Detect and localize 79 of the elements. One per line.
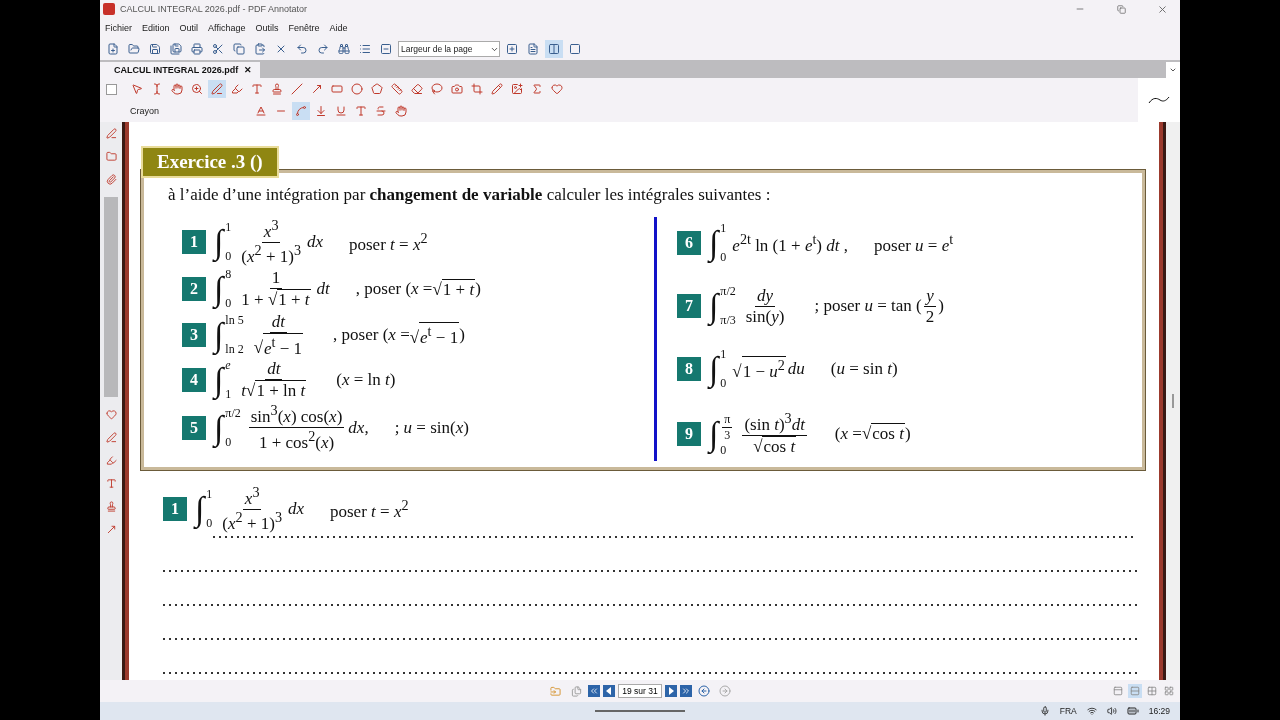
menu-item[interactable]: Fenêtre xyxy=(288,23,320,33)
substitution-hint: , poser (x =√e$^{t}$ − 1) xyxy=(333,322,465,348)
tool-label: Crayon xyxy=(129,106,160,116)
document-tab[interactable]: CALCUL INTEGRAL 2026.pdf ✕ xyxy=(100,62,261,78)
window-title: CALCUL INTEGRAL 2026.pdf - PDF Annotator xyxy=(120,4,308,14)
substitution-hint: (x = ln t) xyxy=(336,370,396,391)
zoom-select[interactable]: Largeur de la page xyxy=(398,41,500,57)
battery-icon[interactable] xyxy=(1126,705,1139,717)
highlighter-icon[interactable] xyxy=(105,455,117,466)
textbox-icon[interactable] xyxy=(105,478,117,489)
view-mode-icon[interactable] xyxy=(1145,684,1159,698)
volume-icon[interactable] xyxy=(1106,706,1117,716)
substitution-hint: (x =√cos t) xyxy=(834,423,911,445)
substitution-hint: ; u = sin(x) xyxy=(394,417,469,438)
curve-option-icon[interactable] xyxy=(292,102,310,120)
fill-in-line[interactable] xyxy=(161,638,1137,641)
exercise-number: 1 xyxy=(182,230,206,255)
ellipse-tool-icon[interactable] xyxy=(348,80,366,98)
app-logo-icon xyxy=(103,3,115,15)
exercise-number: 3 xyxy=(182,323,206,347)
fill-in-line[interactable] xyxy=(161,604,1137,607)
menu-item[interactable]: Fichier xyxy=(105,23,132,33)
view-mode-icon[interactable] xyxy=(1128,684,1142,698)
substitution-hint: poser t = x$^{2}$ xyxy=(330,496,409,522)
menu-item[interactable]: Edition xyxy=(142,23,170,33)
menu-item[interactable]: Affichage xyxy=(208,23,246,33)
printer-icon[interactable] xyxy=(188,40,206,58)
last-page-button[interactable] xyxy=(679,685,692,697)
substitution-hint: poser t = x$^{2}$ xyxy=(349,229,428,255)
triangle-icon xyxy=(668,687,674,695)
tab-close-button[interactable]: ✕ xyxy=(244,65,253,75)
exercise-number: 5 xyxy=(182,415,206,440)
arrow-icon[interactable] xyxy=(105,524,117,535)
pen-tool-icon[interactable] xyxy=(208,80,226,98)
stamp-icon[interactable] xyxy=(105,501,117,512)
substitution-hint: (u = sin t) xyxy=(830,359,898,380)
pen-icon[interactable] xyxy=(105,128,117,139)
save-as-icon[interactable] xyxy=(167,40,185,58)
lasso-tool-icon[interactable] xyxy=(428,80,446,98)
microphone-icon[interactable] xyxy=(1039,706,1050,716)
triangle-icon xyxy=(606,687,612,695)
clip-icon[interactable] xyxy=(105,174,117,185)
substitution-hint: , poser (x =√1 + t) xyxy=(355,279,481,300)
measure-tool-icon[interactable] xyxy=(388,80,406,98)
caret-icon[interactable] xyxy=(1169,66,1177,74)
first-page-button[interactable] xyxy=(588,685,601,697)
folder-icon[interactable] xyxy=(105,151,117,162)
pencil-tool-icon[interactable] xyxy=(488,80,506,98)
view-mode-icon[interactable] xyxy=(1111,684,1125,698)
menu-item[interactable]: Aide xyxy=(329,23,348,33)
view-mode-icon[interactable] xyxy=(1162,684,1176,698)
page-width-icon[interactable] xyxy=(545,40,563,58)
exercise-number: 6 xyxy=(677,231,701,255)
wifi-icon[interactable] xyxy=(1086,706,1097,716)
exercise-title: Exercice .3 () xyxy=(141,146,279,178)
exercise-number: 4 xyxy=(182,368,206,393)
exercise-number: 9 xyxy=(677,421,701,446)
checkbox[interactable] xyxy=(105,84,117,95)
heart-icon[interactable] xyxy=(105,409,117,420)
menu-item[interactable]: Outil xyxy=(179,23,199,33)
language-indicator[interactable]: FRA xyxy=(1059,706,1077,716)
menu-item[interactable]: Outils xyxy=(255,23,279,33)
exercise-number: 1 xyxy=(163,497,187,522)
fill-in-line[interactable] xyxy=(161,672,1137,675)
exercise-instruction: à l’aide d’une intégration par changement de variable calculer les intégrales suivantes : xyxy=(168,185,772,205)
exercise-number: 2 xyxy=(182,277,206,302)
exercise-number: 8 xyxy=(677,357,701,382)
restore-icon[interactable] xyxy=(1116,4,1126,14)
tab-label: CALCUL INTEGRAL 2026.pdf xyxy=(114,65,239,75)
clock[interactable]: 16:29 xyxy=(1148,706,1170,716)
pen-icon[interactable] xyxy=(105,432,117,443)
copy-icon[interactable] xyxy=(230,40,248,58)
page-field[interactable]: 19 sur 31 xyxy=(618,684,662,698)
scroll-grip[interactable] xyxy=(1172,394,1174,408)
stroke-preview-icon xyxy=(1148,95,1170,105)
close-icon[interactable] xyxy=(1156,3,1168,15)
fill-in-line[interactable] xyxy=(161,570,1137,573)
substitution-hint: poser u = e$^{t}$ xyxy=(874,230,954,256)
exercise-number: 7 xyxy=(677,294,701,319)
